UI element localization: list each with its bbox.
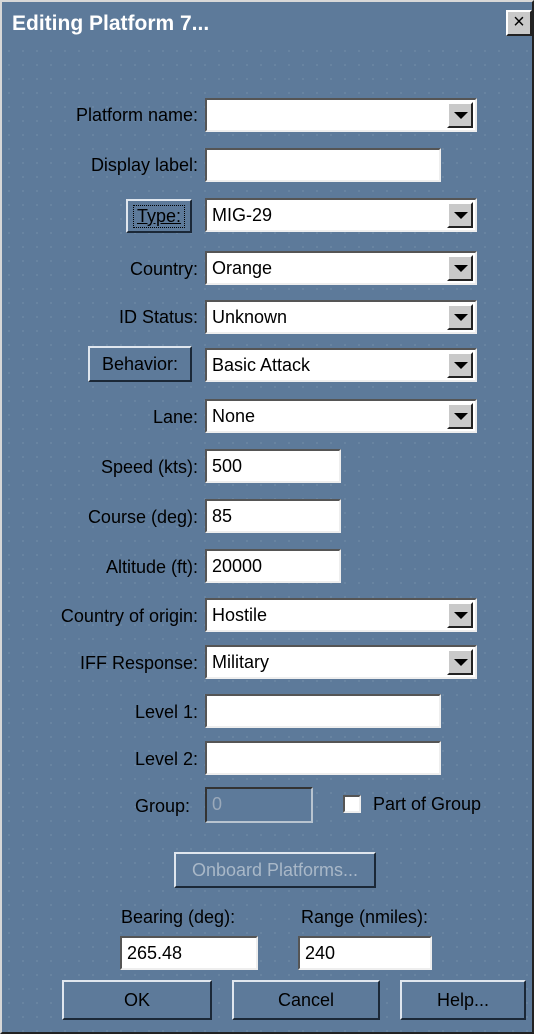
- platform-name-combobox[interactable]: [205, 98, 477, 132]
- country-of-origin-value: Hostile: [212, 605, 268, 625]
- group-label: Group:: [134, 796, 190, 816]
- ok-button[interactable]: OK: [62, 980, 212, 1020]
- range-value: 240: [305, 943, 336, 963]
- range-input[interactable]: 240: [298, 936, 432, 970]
- type-dropdown-arrow-icon[interactable]: [447, 202, 473, 228]
- bearing-value: 265.48: [127, 943, 183, 963]
- country-of-origin-dropdown-arrow-icon[interactable]: [447, 602, 473, 628]
- cancel-button-label: Cancel: [277, 990, 335, 1010]
- id-status-value: Unknown: [212, 307, 288, 327]
- altitude-value: 20000: [212, 556, 263, 576]
- country-value: Orange: [212, 258, 273, 278]
- id-status-dropdown-arrow-icon[interactable]: [447, 304, 473, 330]
- course-label: Course (deg):: [87, 507, 198, 527]
- window-title: Editing Platform 7...: [12, 12, 210, 35]
- behavior-dropdown-arrow-icon[interactable]: [447, 352, 473, 378]
- type-button-label: Type:: [132, 205, 186, 228]
- iff-response-combobox[interactable]: Military: [205, 645, 477, 679]
- lane-value: None: [212, 406, 256, 426]
- iff-response-label: IFF Response:: [79, 653, 198, 673]
- display-label-input[interactable]: [205, 148, 441, 182]
- speed-value: 500: [212, 456, 243, 476]
- bearing-label: Bearing (deg):: [121, 907, 236, 927]
- lane-combobox[interactable]: None: [205, 399, 477, 433]
- country-combobox[interactable]: Orange: [205, 251, 477, 285]
- behavior-button-label: Behavior:: [101, 354, 179, 374]
- course-input[interactable]: 85: [205, 499, 341, 533]
- type-button[interactable]: Type:: [126, 199, 192, 233]
- level1-label: Level 1:: [134, 702, 198, 722]
- cancel-button[interactable]: Cancel: [232, 980, 380, 1020]
- course-value: 85: [212, 506, 233, 526]
- id-status-combobox[interactable]: Unknown: [205, 300, 477, 334]
- level1-input[interactable]: [205, 694, 441, 728]
- onboard-platforms-button: Onboard Platforms...: [174, 852, 376, 888]
- country-of-origin-combobox[interactable]: Hostile: [205, 598, 477, 632]
- group-value: 0: [212, 794, 223, 814]
- part-of-group-label[interactable]: Part of Group: [373, 794, 481, 815]
- display-label-label: Display label:: [90, 155, 198, 175]
- platform-name-label: Platform name:: [75, 105, 198, 125]
- id-status-label: ID Status:: [118, 307, 198, 327]
- level2-input[interactable]: [205, 741, 441, 775]
- country-label: Country:: [129, 259, 198, 279]
- lane-label: Lane:: [152, 407, 198, 427]
- altitude-input[interactable]: 20000: [205, 549, 341, 583]
- iff-response-value: Military: [212, 652, 269, 672]
- behavior-button[interactable]: Behavior:: [88, 346, 192, 382]
- title-bar[interactable]: Editing Platform 7... ×: [6, 6, 532, 42]
- country-of-origin-label: Country of origin:: [60, 606, 198, 626]
- platform-name-dropdown-arrow-icon[interactable]: [447, 102, 473, 128]
- level2-label: Level 2:: [134, 749, 198, 769]
- close-button[interactable]: ×: [506, 10, 532, 36]
- type-combobox[interactable]: MIG-29: [205, 198, 477, 232]
- type-value: MIG-29: [212, 205, 273, 225]
- part-of-group-checkbox[interactable]: [343, 795, 361, 813]
- ok-button-label: OK: [123, 990, 150, 1010]
- country-dropdown-arrow-icon[interactable]: [447, 255, 473, 281]
- behavior-combobox[interactable]: Basic Attack: [205, 348, 477, 382]
- iff-response-dropdown-arrow-icon[interactable]: [447, 649, 473, 675]
- speed-label: Speed (kts):: [100, 457, 198, 477]
- bearing-input[interactable]: 265.48: [120, 936, 258, 970]
- help-button[interactable]: Help...: [400, 980, 526, 1020]
- dialog-window: Editing Platform 7... × Platform name: D…: [0, 0, 534, 1034]
- lane-dropdown-arrow-icon[interactable]: [447, 403, 473, 429]
- speed-input[interactable]: 500: [205, 449, 341, 483]
- group-input: 0: [205, 787, 313, 823]
- onboard-platforms-label: Onboard Platforms...: [191, 860, 359, 880]
- altitude-label: Altitude (ft):: [105, 557, 198, 577]
- help-button-label: Help...: [436, 990, 490, 1010]
- behavior-value: Basic Attack: [212, 355, 311, 375]
- range-label: Range (nmiles):: [301, 907, 429, 927]
